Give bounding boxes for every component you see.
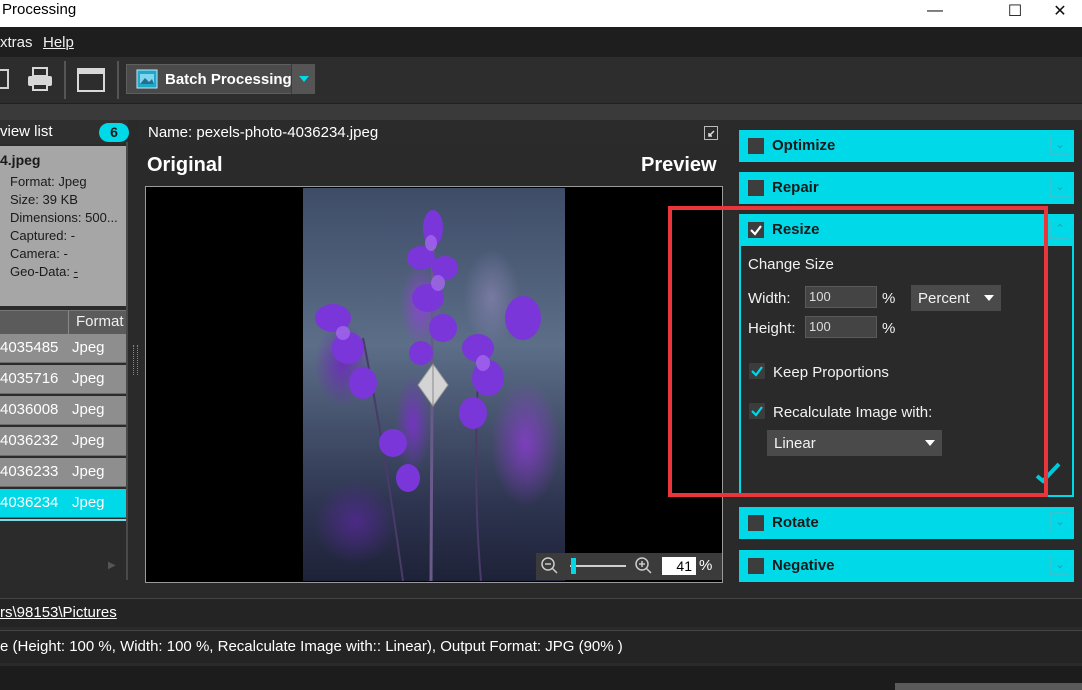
list-row[interactable]: 4036008 Jpeg — [0, 396, 126, 425]
menu-extras[interactable]: xtras — [0, 34, 33, 51]
image-tool-button[interactable] — [0, 67, 10, 91]
chevron-down-icon — [299, 76, 309, 82]
expand-icon[interactable] — [704, 126, 718, 140]
window-title: Processing — [2, 1, 77, 18]
file-count-badge: 6 — [99, 123, 129, 142]
batch-icon — [136, 69, 158, 89]
bottom-strip — [0, 666, 1082, 690]
chevron-down-icon[interactable]: ⌄ — [1050, 555, 1070, 575]
image-icon — [0, 69, 9, 89]
diamond-handle-icon — [417, 363, 449, 407]
zoom-out-icon — [541, 557, 558, 574]
info-captured: Captured: - — [10, 228, 76, 243]
output-path-bar: rs\98153\Pictures — [0, 598, 1082, 627]
menu-bar: xtras Help — [0, 27, 1082, 57]
compare-slider-handle[interactable] — [415, 362, 451, 408]
image-name-label: Name: pexels-photo-4036234.jpeg — [148, 124, 379, 141]
file-name: 4.jpeg — [0, 152, 41, 168]
processing-summary-bar: e (Height: 100 %, Width: 100 %, Recalcul… — [0, 630, 1082, 663]
preview-label: Preview — [641, 154, 717, 176]
original-label: Original — [147, 154, 223, 176]
window-icon — [77, 68, 105, 92]
scroll-right-icon[interactable]: ▶ — [108, 560, 120, 572]
list-row-selected[interactable]: 4036234 Jpeg — [0, 489, 126, 518]
list-column-header: Format — [0, 310, 126, 335]
repair-label: Repair — [772, 179, 819, 196]
column-format-header[interactable]: Format — [76, 313, 124, 330]
list-row[interactable]: 4036233 Jpeg — [0, 458, 126, 487]
output-path-link[interactable]: rs\98153\Pictures — [0, 604, 117, 621]
info-size: Size: 39 KB — [10, 192, 78, 207]
negative-section-header[interactable]: Negative ⌄ — [739, 550, 1074, 582]
repair-checkbox[interactable] — [748, 180, 764, 196]
preview-list-title: view list — [0, 123, 53, 140]
highlight-box — [668, 206, 1048, 497]
zoom-slider-svg — [570, 558, 626, 574]
menu-help[interactable]: Help — [43, 34, 74, 51]
file-info-box: 4.jpeg Format: Jpeg Size: 39 KB Dimensio… — [0, 146, 128, 306]
zoom-in-button[interactable] — [634, 556, 654, 576]
negative-checkbox[interactable] — [748, 558, 764, 574]
maximize-icon: ☐ — [1007, 3, 1023, 20]
toolbar-separator — [117, 61, 119, 99]
optimize-section-header[interactable]: Optimize ⌄ — [739, 130, 1074, 162]
optimize-checkbox[interactable] — [748, 138, 764, 154]
batch-processing-label: Batch Processing — [165, 71, 292, 88]
optimize-label: Optimize — [772, 137, 836, 154]
info-dimensions: Dimensions: 500... — [10, 210, 118, 225]
close-button[interactable]: ✕ — [1038, 0, 1082, 22]
list-row[interactable]: 4035716 Jpeg — [0, 365, 126, 394]
image-name-bar: Name: pexels-photo-4036234.jpeg — [138, 121, 730, 145]
chevron-down-icon[interactable]: ⌄ — [1050, 135, 1070, 155]
print-button[interactable] — [26, 66, 56, 94]
rotate-checkbox[interactable] — [748, 515, 764, 531]
zoom-in-icon — [635, 557, 652, 574]
zoom-unit-label: % — [699, 557, 713, 574]
zoom-slider-thumb[interactable] — [571, 558, 576, 574]
repair-section-header[interactable]: Repair ⌄ — [739, 172, 1074, 204]
chevron-down-icon[interactable]: ⌄ — [1050, 512, 1070, 532]
zoom-out-button[interactable] — [540, 556, 560, 576]
column-divider — [68, 311, 69, 335]
left-panel-scrollbar[interactable] — [126, 142, 128, 580]
printer-icon — [28, 67, 52, 91]
zoom-value-input[interactable]: 41 — [662, 557, 696, 575]
negative-label: Negative — [772, 557, 835, 574]
toolbar-separator — [64, 61, 66, 99]
processing-summary: e (Height: 100 %, Width: 100 %, Recalcul… — [0, 638, 623, 655]
bottom-progress-track — [895, 683, 1082, 690]
zoom-slider[interactable] — [568, 558, 628, 574]
maximize-button[interactable]: ☐ — [993, 0, 1037, 22]
chevron-up-icon[interactable]: ⌃ — [1050, 219, 1070, 239]
rotate-label: Rotate — [772, 514, 819, 531]
window-view-button[interactable] — [75, 66, 107, 94]
title-bar: Processing — ☐ ✕ — [0, 0, 1082, 27]
geo-data-link[interactable]: - — [74, 264, 78, 279]
info-camera: Camera: - — [10, 246, 68, 261]
toolbar-divider-strip — [0, 104, 1082, 120]
chevron-down-icon[interactable]: ⌄ — [1050, 177, 1070, 197]
close-icon: ✕ — [1053, 3, 1067, 20]
list-row[interactable]: 4036232 Jpeg — [0, 427, 126, 456]
minimize-icon: — — [927, 2, 943, 19]
selection-underline — [0, 519, 126, 521]
batch-dropdown-button[interactable] — [291, 64, 315, 94]
info-geo: Geo-Data: - — [10, 264, 78, 279]
info-format: Format: Jpeg — [10, 174, 87, 189]
rotate-section-header[interactable]: Rotate ⌄ — [739, 507, 1074, 539]
list-row[interactable]: 4035485 Jpeg — [0, 334, 126, 363]
minimize-button[interactable]: — — [913, 0, 957, 22]
